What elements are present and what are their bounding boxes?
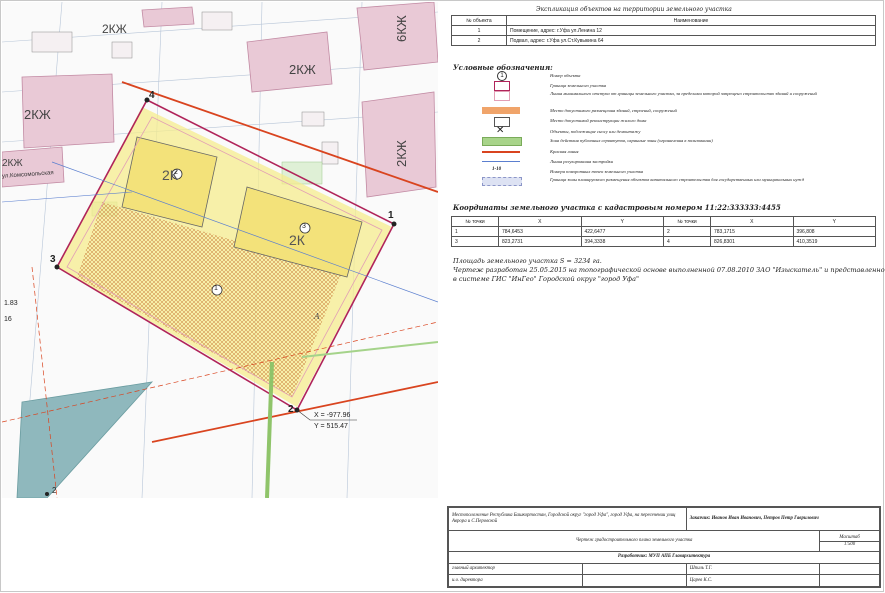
table-row: 1 784,6453 422,6477 2 783,1715 396,808 [451,226,876,237]
coordinate-x-label: Х = -977.96 [314,412,351,419]
legend-text: Граница земельного участка [550,83,607,88]
object-number-symbol: 1 [497,71,507,81]
table-cell: 1 [451,25,507,36]
table-cell: 422,6477 [580,226,664,237]
drawing-note: в системе ГИС "ИнГео" Городской округ "г… [453,275,639,283]
site-plan-map[interactable]: 2КЖ 2КЖ 2КЖ 6КЖ 2КЖ 2КЖ 2К 2К 1 2 3 1 2 … [2,2,438,498]
table-header: Наименование [506,15,876,26]
object-number: 1 [214,285,218,292]
drawing-note: Чертеж разработан 25.05.2015 на топограф… [453,266,885,274]
developer-cell: Разработчик: МУП АПБ Главархитектура [448,551,880,564]
legend-item: Место допустимого размещения зданий, стр… [452,107,872,117]
legend-item: Красная линия [452,147,872,157]
zone-label: А [314,312,321,321]
explication-table: № объекта Наименование 1 Помещение, адре… [451,15,876,46]
info-panel: Экспликация объектов на территории земел… [441,1,885,501]
table-header: № точки [663,216,711,227]
table-row: 1 Помещение, адрес: г.Уфа ул.Ленина 12 [451,25,876,36]
title-block: Местоположение Республика Башкортостан, … [447,506,881,588]
table-cell: 394,3338 [580,236,664,247]
table-cell: 2 [663,226,711,237]
legend-text: Объекты, подлежащие сносу или демонтажу [550,129,641,134]
legend-item: ✕ Объекты, подлежащие сносу или демонтаж… [452,125,872,137]
table-header: № точки [451,216,499,227]
legend-item: Место допустимой реконструкции жилого до… [452,117,872,127]
building-label: 2КЖ [2,158,23,169]
table-cell: Подвал, адрес: г.Уфа ул.Ст.Кувыкина 64 [506,35,876,46]
legend-text: Место допустимой реконструкции жилого до… [550,118,647,123]
legend-text: Место допустимого размещения зданий, стр… [550,108,677,113]
point-label: 2 [52,486,57,495]
table-cell: 3 [451,236,499,247]
dimension-label: 16 [4,316,12,323]
table-cell: 396,808 [792,226,876,237]
dimension-label: 1.83 [4,300,18,307]
demolition-icon: ✕ [496,125,505,136]
table-cell: Помещение, адрес: г.Уфа ул.Ленина 12 [506,25,876,36]
signature-name-cell: Шпиль Т.Г. [685,562,821,576]
table-cell: 826,8301 [710,236,794,247]
legend-text: Граница зоны планируемого размещения объ… [550,177,805,182]
table-cell: 2 [451,35,507,46]
legend-text: Номер объекта [550,73,581,78]
building-label: 2КЖ [102,22,127,36]
legend-text: Зона действия публичных сервитутов, охра… [550,138,713,143]
role-cell: и.о. директора [448,574,583,587]
drawing-title-cell: Чертеж градостроительного плана земельно… [447,530,821,553]
scale-value: 1:500 [820,540,879,548]
point-range-symbol: 1-10 [492,167,502,172]
building-label: 6КЖ [394,15,409,42]
area-note: Площадь земельного участка S = 3234 га. [453,257,602,265]
explication-title: Экспликация объектов на территории земел… [536,6,732,13]
table-header: Y [792,216,876,227]
turning-point-label: 4 [149,90,155,101]
legend-item: Линия регулирования застройки [452,157,872,167]
coordinates-title: Координаты земельного участка с кадастро… [453,203,781,212]
turning-point-label: 2 [288,404,294,415]
table-row: 3 823,2731 394,3338 4 826,8301 410,3519 [451,236,876,247]
legend-item: Зона действия публичных сервитутов, охра… [452,137,872,147]
building-label: 2КЖ [394,140,409,167]
legend-item: Граница зоны планируемого размещения объ… [452,177,872,187]
legend-text: Линия регулирования застройки [550,159,614,164]
table-header: X [710,216,794,227]
table-header: X [498,216,582,227]
object-number: 3 [302,223,306,230]
legend-item: Граница земельного участка [452,81,872,91]
legend-item: 1-10 Номера поворотных точек земельного … [452,167,872,177]
table-cell: 410,3519 [792,236,876,247]
building-label: 2КЖ [24,107,51,122]
role-cell: главный архитектор [448,562,583,576]
legend-text: Красная линия [550,149,579,154]
turning-point-label: 3 [50,254,56,265]
table-cell: 783,1715 [710,226,794,237]
table-row: 2 Подвал, адрес: г.Уфа ул.Ст.Кувыкина 64 [451,35,876,46]
location-cell: Местоположение Республика Башкортостан, … [448,506,687,532]
legend-item: Линия минимального отступа от границы зе… [452,91,872,101]
table-header: Y [580,216,664,227]
table-cell: 4 [663,236,711,247]
building-label: 2КЖ [289,62,316,77]
coordinates-table: № точки X Y № точки X Y 1 784,6453 422,6… [451,216,876,247]
object-number: 2 [174,169,178,176]
coordinate-y-label: Y = 515.47 [314,423,348,430]
legend-text: Линия минимального отступа от границы зе… [550,91,817,96]
map-canvas [2,2,438,498]
external-zone [16,381,154,498]
table-cell: 784,6453 [498,226,582,237]
table-cell: 1 [451,226,499,237]
scale-cell: Масштаб 1:500 [819,530,880,553]
signature-name-cell: Царев К.С. [685,574,821,587]
building-label: 2К [289,232,305,248]
legend-text: Номера поворотных точек земельного участ… [550,169,644,174]
legend-item: 1 Номер объекта [452,71,872,81]
turning-point-label: 1 [388,210,394,221]
drawing-sheet: 2КЖ 2КЖ 2КЖ 6КЖ 2КЖ 2КЖ 2К 2К 1 2 3 1 2 … [0,0,885,592]
table-header: № объекта [451,15,507,26]
table-cell: 823,2731 [498,236,582,247]
customer-cell: Заказчик: Иванов Иван Иванович, Петров П… [685,506,881,532]
